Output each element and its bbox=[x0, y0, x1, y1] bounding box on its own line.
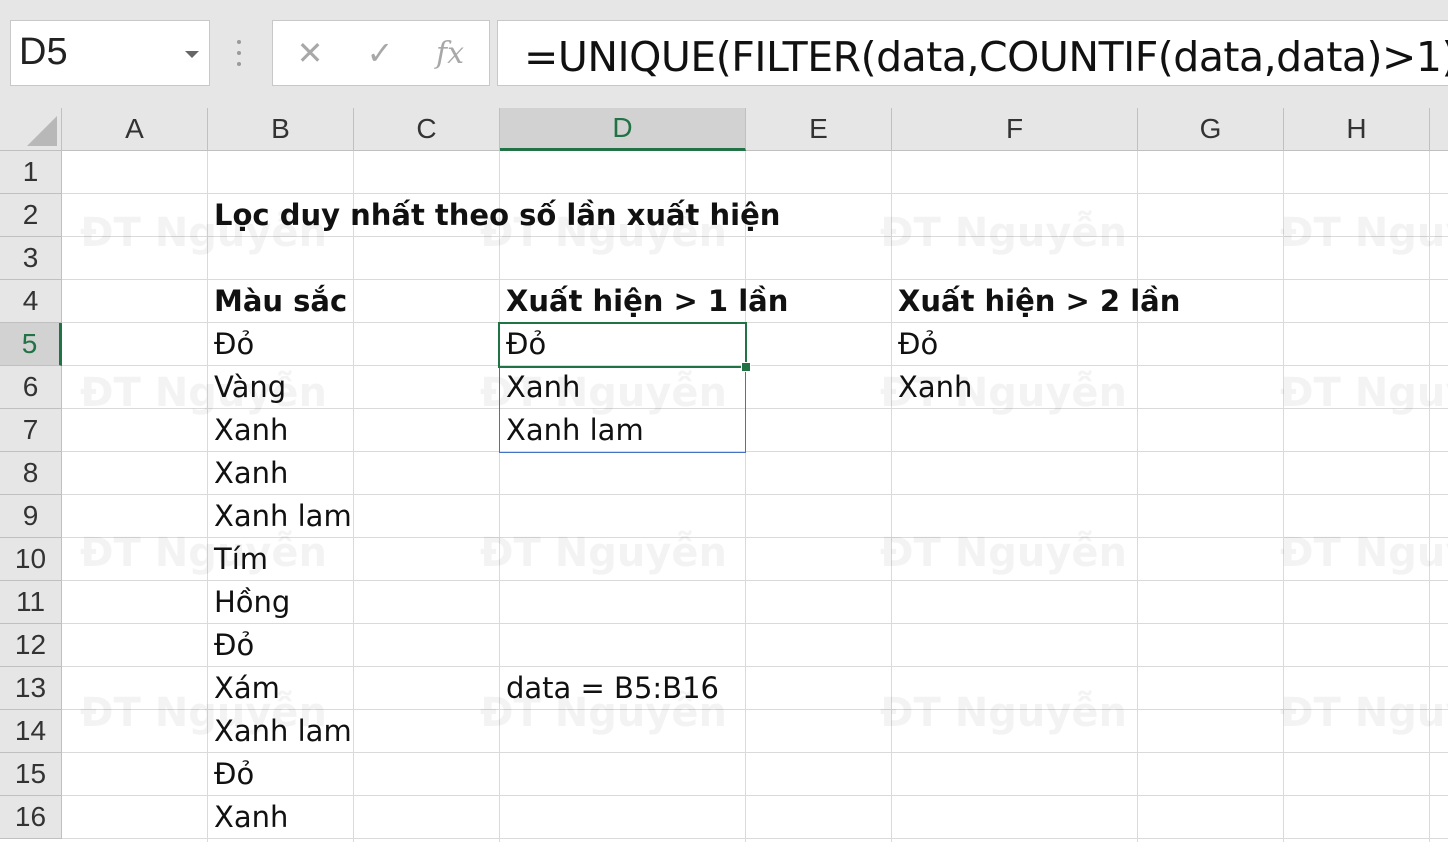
cell-b10[interactable]: Tím bbox=[214, 538, 268, 581]
column-header-a[interactable]: A bbox=[62, 108, 208, 151]
column-header-g[interactable]: G bbox=[1138, 108, 1284, 151]
formula-text: =UNIQUE(FILTER(data,COUNTIF(data,data)>1… bbox=[524, 33, 1448, 81]
row-header-16[interactable]: 16 bbox=[0, 796, 62, 839]
row-header-2[interactable]: 2 bbox=[0, 194, 62, 237]
gridline bbox=[1137, 151, 1138, 842]
watermark: ĐT Nguyễn bbox=[880, 690, 1127, 736]
fill-handle[interactable] bbox=[741, 362, 751, 372]
cell-b4-header[interactable]: Màu sắc bbox=[214, 280, 347, 323]
watermark: ĐT Nguyễn bbox=[1280, 370, 1448, 416]
insert-function-button[interactable]: fx bbox=[425, 31, 475, 75]
row-header-12[interactable]: 12 bbox=[0, 624, 62, 667]
active-cell-border[interactable] bbox=[498, 322, 747, 368]
row-header-7[interactable]: 7 bbox=[0, 409, 62, 452]
gridline bbox=[207, 151, 208, 842]
row-header-4[interactable]: 4 bbox=[0, 280, 62, 323]
gridline bbox=[1429, 151, 1430, 842]
cell-b14[interactable]: Xanh lam bbox=[214, 710, 352, 753]
formula-bar: D5 ✕ ✓ fx =UNIQUE(FILTER(data,COUNTIF(da… bbox=[0, 0, 1448, 108]
drag-handle-icon[interactable] bbox=[236, 40, 242, 70]
cell-f6[interactable]: Xanh bbox=[898, 366, 972, 409]
cell-b16[interactable]: Xanh bbox=[214, 796, 288, 839]
cancel-icon[interactable]: ✕ bbox=[285, 31, 335, 75]
gridline bbox=[499, 151, 500, 842]
row-header-8[interactable]: 8 bbox=[0, 452, 62, 495]
cell-f5[interactable]: Đỏ bbox=[898, 323, 938, 366]
select-all-button[interactable] bbox=[0, 108, 62, 151]
column-header-e[interactable]: E bbox=[746, 108, 892, 151]
cell-b2-title[interactable]: Lọc duy nhất theo số lần xuất hiện bbox=[214, 194, 780, 237]
watermark: ĐT Nguyễn bbox=[80, 370, 327, 416]
row-header-3[interactable]: 3 bbox=[0, 237, 62, 280]
formula-buttons: ✕ ✓ fx bbox=[272, 20, 490, 86]
cell-b15[interactable]: Đỏ bbox=[214, 753, 254, 796]
select-all-icon bbox=[27, 116, 57, 146]
cell-b12[interactable]: Đỏ bbox=[214, 624, 254, 667]
cell-b7[interactable]: Xanh bbox=[214, 409, 288, 452]
column-header-partial[interactable] bbox=[1430, 108, 1448, 151]
name-box-value: D5 bbox=[19, 31, 68, 73]
row-header-9[interactable]: 9 bbox=[0, 495, 62, 538]
cell-b8[interactable]: Xanh bbox=[214, 452, 288, 495]
watermark: ĐT Nguyễn bbox=[880, 210, 1127, 256]
column-header-f[interactable]: F bbox=[892, 108, 1138, 151]
row-header-6[interactable]: 6 bbox=[0, 366, 62, 409]
spreadsheet-grid: A B C D E F G H 1 2 3 4 5 6 7 8 9 10 11 … bbox=[0, 108, 1448, 842]
cell-b13[interactable]: Xám bbox=[214, 667, 280, 710]
column-header-b[interactable]: B bbox=[208, 108, 354, 151]
gridline bbox=[891, 151, 892, 842]
cell-d4-header[interactable]: Xuất hiện > 1 lần bbox=[506, 280, 788, 323]
cell-b11[interactable]: Hồng bbox=[214, 581, 290, 624]
watermark: ĐT Nguyễn bbox=[1280, 690, 1448, 736]
gridline bbox=[745, 151, 746, 842]
column-header-h[interactable]: H bbox=[1284, 108, 1430, 151]
row-header-10[interactable]: 10 bbox=[0, 538, 62, 581]
formula-input[interactable]: =UNIQUE(FILTER(data,COUNTIF(data,data)>1… bbox=[497, 20, 1448, 86]
row-header-15[interactable]: 15 bbox=[0, 753, 62, 796]
cell-b9[interactable]: Xanh lam bbox=[214, 495, 352, 538]
watermark: ĐT Nguyễn bbox=[1280, 210, 1448, 256]
column-header-c[interactable]: C bbox=[354, 108, 500, 151]
cell-f4-header[interactable]: Xuất hiện > 2 lần bbox=[898, 280, 1180, 323]
gridline bbox=[1283, 151, 1284, 842]
gridline bbox=[353, 151, 354, 842]
row-header-13[interactable]: 13 bbox=[0, 667, 62, 710]
cell-b6[interactable]: Vàng bbox=[214, 366, 286, 409]
row-header-14[interactable]: 14 bbox=[0, 710, 62, 753]
row-header-1[interactable]: 1 bbox=[0, 151, 62, 194]
enter-icon[interactable]: ✓ bbox=[355, 31, 405, 75]
row-header-5[interactable]: 5 bbox=[0, 323, 62, 366]
cell-b5[interactable]: Đỏ bbox=[214, 323, 254, 366]
row-header-11[interactable]: 11 bbox=[0, 581, 62, 624]
column-header-d[interactable]: D bbox=[500, 108, 746, 151]
chevron-down-icon[interactable] bbox=[185, 51, 199, 58]
cell-d13[interactable]: data = B5:B16 bbox=[506, 667, 719, 710]
name-box[interactable]: D5 bbox=[10, 20, 210, 86]
